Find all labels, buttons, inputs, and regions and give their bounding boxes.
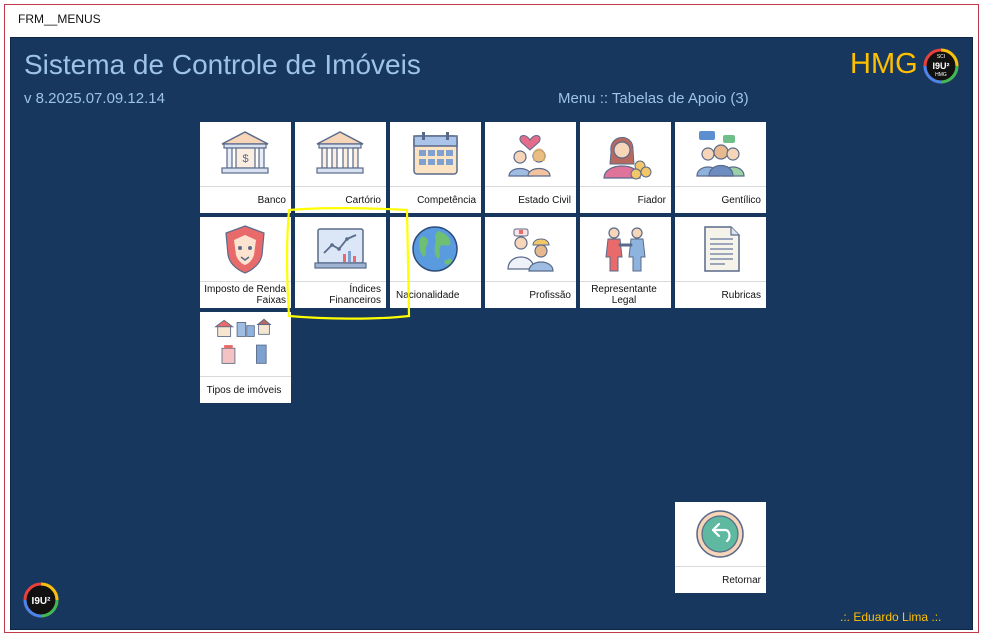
app-logo-icon: SCI I9U² HMG [923,48,959,84]
people-speech-icon [696,131,745,177]
lion-shield-icon [225,225,265,274]
tile-nacionalidade[interactable]: Nacionalidade [390,217,481,308]
logo-text: I9U² [932,61,949,71]
tile-indices-financeiros[interactable]: Índices Financeiros [295,217,386,308]
tile-label: Representante Legal [591,284,657,306]
footer-user: .:. Eduardo Lima .:. [840,610,942,624]
professionals-icon [507,228,554,272]
tile-label: Nacionalidade [396,289,460,301]
globe-icon [412,226,458,272]
tile-competencia[interactable]: Competência [390,122,481,213]
handshake-people-icon [605,227,646,272]
tile-profissao[interactable]: Profissão [485,217,576,308]
tile-rubricas[interactable]: Rubricas [675,217,766,308]
tile-label: Tipos de imóveis [206,384,282,396]
logo-top-small: SCI [937,54,945,60]
retornar-button[interactable]: Retornar [675,502,766,593]
tile-label: Cartório [345,194,381,206]
guarantor-coins-icon [603,137,652,180]
couple-heart-icon [508,135,551,177]
tile-imposto-renda[interactable]: Imposto de Renda Faixas [200,217,291,308]
tile-fiador[interactable]: Fiador [580,122,671,213]
tile-label: Estado Civil [518,194,571,206]
bank-icon: $ [221,131,269,174]
window-title: FRM__MENUS [18,12,101,26]
main-panel: Sistema de Controle de Imóveis v 8.2025.… [10,37,973,630]
tile-estado-civil[interactable]: Estado Civil [485,122,576,213]
registry-building-icon [316,131,364,174]
footer-logo-text: I9U² [32,596,52,607]
document-list-icon [704,226,740,272]
retornar-label: Retornar [722,574,761,586]
tile-cartorio[interactable]: Cartório [295,122,386,213]
buildings-icon [214,318,272,364]
tile-label: Gentílico [721,194,761,206]
tile-label: Fiador [637,194,666,206]
tile-tipos-imoveis[interactable]: Tipos de imóveis [200,312,291,403]
logo-bottom-small: HMG [935,72,947,78]
tile-label: Banco [257,194,286,206]
return-arrow-icon [696,510,744,558]
environment-label: HMG [850,48,918,80]
tile-label: Competência [417,194,476,206]
svg-text:$: $ [242,153,248,165]
app-window: FRM__MENUS Sistema de Controle de Imóvei… [4,4,979,633]
tile-representante-legal[interactable]: Representante Legal [580,217,671,308]
tile-label: Imposto de Renda Faixas [204,284,286,306]
calendar-icon [413,132,458,175]
financial-chart-icon [314,228,367,269]
tile-label: Índices Financeiros [329,284,381,306]
tile-gentilico[interactable]: Gentílico [675,122,766,213]
tile-label: Rubricas [721,289,761,301]
menu-breadcrumb: Menu :: Tabelas de Apoio (3) [558,90,749,107]
app-title: Sistema de Controle de Imóveis [24,49,421,80]
footer-logo-icon: I9U² [23,582,59,618]
tile-banco[interactable]: $ Banco [200,122,291,213]
version-label: v 8.2025.07.09.12.14 [24,90,165,107]
tile-label: Profissão [529,289,571,301]
